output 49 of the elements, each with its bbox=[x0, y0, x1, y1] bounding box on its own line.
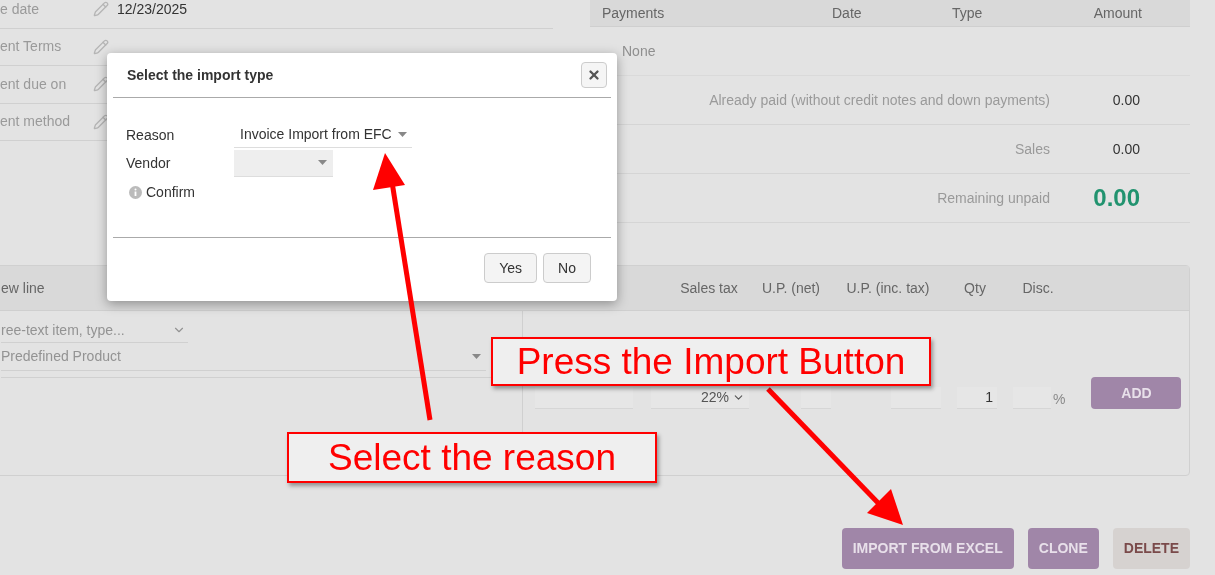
pencil-icon[interactable] bbox=[93, 113, 109, 130]
section-title: ew line bbox=[1, 278, 46, 298]
pencil-icon[interactable] bbox=[93, 76, 109, 93]
caret-icon bbox=[397, 132, 407, 137]
pencil-icon[interactable] bbox=[93, 38, 109, 55]
column-header: U.P. (inc. tax) bbox=[845, 278, 931, 298]
action-button[interactable]: DELETE bbox=[1112, 528, 1190, 569]
column-header: Disc. bbox=[1021, 278, 1055, 298]
callout: Press the Import Button bbox=[491, 337, 931, 386]
summary-label: Remaining unpaid bbox=[937, 188, 1050, 208]
column-header: Type bbox=[952, 3, 984, 23]
field-label: ent Terms bbox=[0, 37, 63, 57]
action-button[interactable]: CLONE bbox=[1027, 528, 1099, 569]
field-value: 12/23/2025 bbox=[117, 0, 188, 19]
field-label: Vendor bbox=[126, 153, 172, 173]
field-label: ent due on bbox=[0, 74, 68, 94]
field-label: e date bbox=[0, 0, 40, 19]
summary-value: 0.00 bbox=[1092, 183, 1140, 213]
action-button[interactable]: IMPORT FROM EXCEL bbox=[841, 528, 1014, 569]
dialog-button[interactable]: Yes bbox=[484, 253, 538, 283]
add-button[interactable]: ADD bbox=[1091, 377, 1182, 409]
column-header: Amount bbox=[1092, 3, 1142, 23]
close-icon bbox=[587, 68, 601, 82]
dialog-title: Select the import type bbox=[127, 65, 274, 85]
pencil-icon[interactable] bbox=[93, 1, 109, 18]
summary-value: 0.00 bbox=[1111, 90, 1140, 110]
vendor-dropdown[interactable] bbox=[234, 149, 333, 177]
column-header: Qty bbox=[963, 278, 987, 298]
confirm-label: Confirm bbox=[146, 182, 195, 202]
field-label: ent method bbox=[0, 112, 72, 132]
column-header: Date bbox=[832, 3, 863, 23]
dialog-button[interactable]: No bbox=[543, 253, 591, 283]
callout: Select the reason bbox=[287, 432, 657, 483]
column-header: Payments bbox=[602, 3, 666, 23]
caret-icon bbox=[472, 354, 481, 359]
info-icon bbox=[129, 185, 142, 199]
summary-label: Already paid (without credit notes and down payments) bbox=[709, 90, 1050, 110]
product-dropdown[interactable]: Predefined Product bbox=[1, 343, 486, 371]
column-header: U.P. (net) bbox=[760, 278, 822, 298]
caret-icon bbox=[318, 160, 327, 165]
summary-value: 0.00 bbox=[1111, 139, 1140, 159]
summary-label: Sales bbox=[1014, 139, 1050, 159]
percent-sign: % bbox=[1053, 390, 1066, 409]
free-text-field[interactable]: ree-text item, type... bbox=[1, 318, 188, 343]
column-header: Sales tax bbox=[679, 278, 739, 298]
field-label: Reason bbox=[126, 125, 176, 145]
reason-dropdown[interactable]: Invoice Import from EFC bbox=[234, 122, 412, 148]
empty-text: None bbox=[622, 41, 656, 61]
close-button[interactable] bbox=[581, 62, 607, 88]
